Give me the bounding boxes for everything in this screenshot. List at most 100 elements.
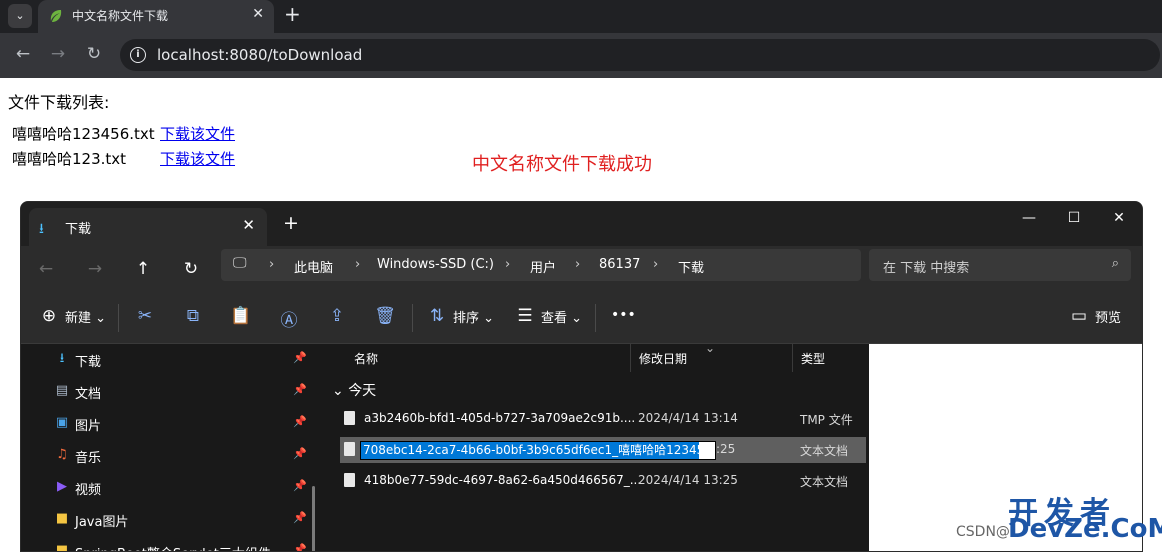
close-window-icon[interactable]: ✕ xyxy=(1104,210,1134,226)
sidebar-item-pictures[interactable]: ▣ 图片 📌 xyxy=(53,412,313,438)
tab-search-button[interactable]: ⌄ xyxy=(8,4,32,28)
column-label: 修改日期 xyxy=(639,352,688,366)
new-button[interactable]: 新建 ⌄ xyxy=(65,307,106,326)
preview-button[interactable]: 预览 xyxy=(1095,307,1121,326)
chevron-right-icon: › xyxy=(269,257,275,272)
file-row: 嘻嘻哈哈123.txt 下载该文件 xyxy=(12,148,235,169)
group-label: 今天 xyxy=(348,383,377,399)
sidebar-item-label: Java图片 xyxy=(75,515,129,530)
forward-arrow-icon[interactable]: → xyxy=(84,259,106,279)
file-type: 文本文档 xyxy=(800,475,849,489)
url-text[interactable]: localhost:8080/toDownload xyxy=(157,46,362,64)
explorer-address-row: ← → ↑ ↻ 🖵 › 此电脑 › Windows-SSD (C:) › 用户 … xyxy=(21,246,1142,294)
maximize-icon[interactable]: ☐ xyxy=(1059,210,1089,226)
sidebar-item-documents[interactable]: ▤ 文档 📌 xyxy=(53,380,313,406)
table-row-selected[interactable]: 708ebc14-2ca7-4b66-b0bf-3b9c65df6ec1_嘻嘻哈… xyxy=(340,437,866,463)
column-type-header[interactable]: 类型 xyxy=(793,344,867,372)
new-tab-button[interactable]: + xyxy=(283,212,299,234)
rename-icon[interactable]: Ⓐ xyxy=(277,306,301,331)
column-label: 名称 xyxy=(354,352,379,366)
sidebar-item-label: SpringBoot整合Servlet三大组件 xyxy=(75,543,271,551)
forward-arrow-icon[interactable]: → xyxy=(47,44,69,64)
pin-icon[interactable]: 📌 xyxy=(293,383,307,396)
music-icon: ♫ xyxy=(56,447,68,462)
sidebar-item-java-pictures[interactable]: ■ Java图片 📌 xyxy=(53,508,313,534)
sidebar-item-label: 视频 xyxy=(75,483,102,498)
column-label: 类型 xyxy=(801,352,826,366)
watermark-site: DevZe.CoM xyxy=(1008,514,1162,544)
view-icon: ☰ xyxy=(517,306,533,326)
sidebar-item-label: 音乐 xyxy=(75,451,102,466)
group-header-today[interactable]: ⌄ 今天 xyxy=(332,380,376,400)
breadcrumb-item[interactable]: 此电脑 xyxy=(294,257,333,276)
chevron-right-icon: › xyxy=(355,257,361,272)
watermark: 开发者 CSDN@ DevZe.CoM xyxy=(952,488,1162,552)
view-label: 查看 xyxy=(541,311,568,326)
site-info-icon[interactable]: i xyxy=(130,47,146,63)
share-icon[interactable]: ⇪ xyxy=(325,306,349,326)
pin-icon[interactable]: 📌 xyxy=(293,511,307,524)
file-date: 2024/4/14 13:14 xyxy=(638,411,738,425)
breadcrumb-item[interactable]: 用户 xyxy=(530,257,556,276)
pin-icon[interactable]: 📌 xyxy=(293,415,307,428)
reload-icon[interactable]: ↻ xyxy=(83,44,105,64)
pin-icon[interactable]: 📌 xyxy=(293,479,307,492)
search-input[interactable]: 在 下载 中搜索 ⌕ xyxy=(869,249,1131,281)
file-type: TMP 文件 xyxy=(800,413,853,427)
browser-tab[interactable]: 中文名称文件下载 ✕ xyxy=(38,0,274,33)
back-arrow-icon[interactable]: ← xyxy=(12,44,34,64)
download-link[interactable]: 下载该文件 xyxy=(160,148,235,169)
file-icon xyxy=(344,411,355,425)
up-arrow-icon[interactable]: ↑ xyxy=(132,259,154,279)
paste-icon[interactable]: 📋 xyxy=(229,306,253,326)
divider xyxy=(412,304,413,332)
chevron-right-icon: › xyxy=(575,257,581,272)
sidebar-item-label: 图片 xyxy=(75,419,102,434)
sidebar-item-springboot[interactable]: ■ SpringBoot整合Servlet三大组件 📌 xyxy=(53,540,313,551)
breadcrumb-item[interactable]: 86137 xyxy=(599,257,640,272)
picture-icon: ▣ xyxy=(55,415,69,430)
chevron-down-icon: ⌄ xyxy=(332,383,344,399)
new-plus-icon: ⊕ xyxy=(41,306,57,326)
close-tab-icon[interactable]: ✕ xyxy=(242,216,255,234)
file-name: 嘻嘻哈哈123456.txt xyxy=(12,125,155,143)
explorer-title-bar: ⭳ 下载 ✕ + — ☐ ✕ xyxy=(21,202,1142,246)
table-row[interactable]: a3b2460b-bfd1-405d-b727-3a709ae2c91b....… xyxy=(340,406,866,432)
navigation-pane: ⭳ 下载 📌 ▤ 文档 📌 ▣ 图片 📌 ♫ 音乐 📌 ▶ 视频 📌 ■ Jav… xyxy=(21,344,323,551)
breadcrumb-item[interactable]: 下载 xyxy=(678,257,704,276)
close-tab-icon[interactable]: ✕ xyxy=(252,6,264,22)
pin-icon[interactable]: 📌 xyxy=(293,447,307,460)
copy-icon[interactable]: ⧉ xyxy=(181,306,205,326)
refresh-icon[interactable]: ↻ xyxy=(180,259,202,279)
download-link[interactable]: 下载该文件 xyxy=(160,123,235,144)
watermark-small: CSDN@ xyxy=(956,524,1010,540)
minimize-icon[interactable]: — xyxy=(1014,210,1044,226)
divider xyxy=(595,304,596,332)
file-list: 名称 修改日期 ⌄ 类型 ⌄ 今天 a3b2460b-bfd1-405d-b727… xyxy=(326,341,867,551)
sidebar-item-music[interactable]: ♫ 音乐 📌 xyxy=(53,444,313,470)
column-name-header[interactable]: 名称 xyxy=(326,344,631,372)
sidebar-item-downloads[interactable]: ⭳ 下载 📌 xyxy=(53,348,313,374)
column-date-header[interactable]: 修改日期 ⌄ xyxy=(631,341,793,372)
document-icon: ▤ xyxy=(55,383,69,398)
breadcrumb-item[interactable]: Windows-SSD (C:) xyxy=(377,257,494,272)
breadcrumb[interactable]: 🖵 › 此电脑 › Windows-SSD (C:) › 用户 › 86137 … xyxy=(221,249,861,281)
explorer-tab[interactable]: ⭳ 下载 ✕ xyxy=(29,208,267,246)
pin-icon[interactable]: 📌 xyxy=(293,543,307,551)
view-button[interactable]: 查看 ⌄ xyxy=(541,307,582,326)
delete-icon[interactable]: 🗑 xyxy=(373,306,397,326)
cut-icon[interactable]: ✂ xyxy=(133,306,157,326)
table-row[interactable]: 418b0e77-59dc-4697-8a62-6a450d466567_...… xyxy=(340,468,866,494)
back-arrow-icon[interactable]: ← xyxy=(35,259,57,279)
pin-icon[interactable]: 📌 xyxy=(293,351,307,364)
nav-scrollbar[interactable] xyxy=(312,486,315,551)
new-tab-button[interactable]: + xyxy=(284,2,301,26)
search-icon: ⌕ xyxy=(1111,256,1119,271)
page-heading: 文件下载列表: xyxy=(8,93,110,112)
rename-input[interactable]: 708ebc14-2ca7-4b66-b0bf-3b9c65df6ec1_嘻嘻哈… xyxy=(360,441,716,460)
more-options-button[interactable]: ••• xyxy=(611,307,636,323)
sidebar-item-videos[interactable]: ▶ 视频 📌 xyxy=(53,476,313,502)
address-bar[interactable]: i localhost:8080/toDownload xyxy=(120,39,1160,71)
search-placeholder: 在 下载 中搜索 xyxy=(883,261,970,276)
sort-button[interactable]: 排序 ⌄ xyxy=(453,307,494,326)
